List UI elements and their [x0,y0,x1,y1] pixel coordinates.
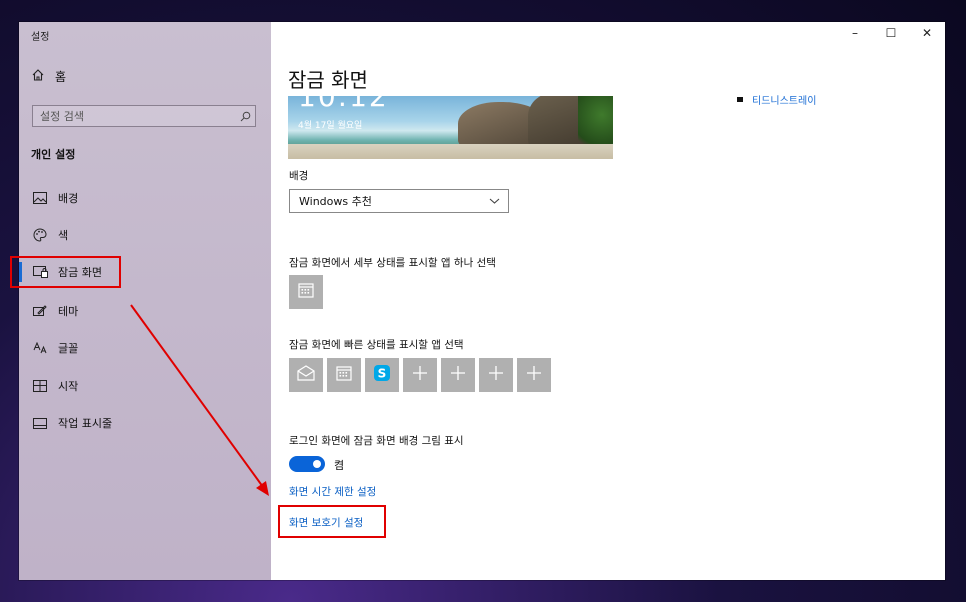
sidebar-item-taskbar[interactable]: 작업 표시줄 [19,409,271,437]
taskbar-icon [31,414,49,432]
plus-icon [412,365,428,385]
search-input[interactable] [33,108,235,124]
page-title: 잠금 화면 [288,68,368,92]
related-link[interactable]: 티드니스트레이 [736,92,816,107]
lock-screen-preview: 10:12 4월 17일 월요일 [288,96,613,159]
calendar-icon [336,365,352,385]
sidebar: 설정 홈 개인 설정 배경 색 [19,22,271,580]
sidebar-item-home[interactable]: 홈 [31,68,66,85]
toggle-state-label: 켬 [334,459,345,472]
sidebar-item-label: 시작 [58,380,79,393]
lock-icon [736,94,744,105]
minimize-button[interactable]: – [841,26,869,40]
background-label: 배경 [289,170,309,182]
close-button[interactable]: ✕ [913,26,941,40]
preview-date: 4월 17일 월요일 [298,121,363,131]
quick-status-label: 잠금 화면에 빠른 상태를 표시할 앱 선택 [289,339,464,351]
window-title: 설정 [31,32,50,43]
related-link-label: 티드니스트레이 [752,96,817,107]
theme-icon [31,302,49,320]
quick-status-tile-mail[interactable] [289,358,323,392]
background-dropdown-value: Windows 추천 [299,195,372,208]
main-content: – ☐ ✕ 잠금 화면 10:12 4월 17일 월요일 티드니스트레이 배경 … [271,22,945,580]
sidebar-item-theme[interactable]: 테마 [19,297,271,325]
sidebar-item-background[interactable]: 배경 [19,184,271,212]
preview-clock: 10:12 [298,96,389,113]
annotation-box-lock-screen [10,256,121,288]
mail-icon [297,365,315,385]
detail-status-app-tile[interactable] [289,275,323,309]
plus-icon [450,365,466,385]
quick-status-tile-add[interactable] [403,358,437,392]
show-background-label: 로그인 화면에 잠금 화면 배경 그림 표시 [289,435,464,447]
quick-status-tile-calendar[interactable] [327,358,361,392]
show-background-toggle[interactable] [289,456,325,472]
home-icon [31,68,45,85]
svg-text:S: S [378,367,387,381]
section-title: 개인 설정 [31,148,76,161]
settings-window: 설정 홈 개인 설정 배경 색 [19,22,945,580]
annotation-box-screensaver [278,505,386,538]
screen-timeout-link[interactable]: 화면 시간 제한 설정 [289,484,376,499]
quick-status-tile-add[interactable] [517,358,551,392]
quick-status-tile-skype[interactable]: S [365,358,399,392]
sidebar-item-start[interactable]: 시작 [19,372,271,400]
palette-icon [31,226,49,244]
detail-status-label: 잠금 화면에서 세부 상태를 표시할 앱 하나 선택 [289,257,496,269]
sidebar-item-label: 색 [58,229,69,242]
calendar-icon [298,282,314,302]
chevron-down-icon [489,195,500,208]
maximize-button[interactable]: ☐ [877,26,905,40]
quick-status-tile-add[interactable] [479,358,513,392]
background-dropdown[interactable]: Windows 추천 [289,189,509,213]
quick-status-tile-add[interactable] [441,358,475,392]
sidebar-item-label: 테마 [58,305,79,318]
plus-icon [488,365,504,385]
search-box[interactable] [32,105,256,127]
image-icon [31,189,49,207]
skype-icon: S [373,364,391,386]
search-icon[interactable] [235,111,255,122]
start-icon [31,377,49,395]
plus-icon [526,365,542,385]
sidebar-item-label: 배경 [58,192,79,205]
sidebar-item-label: 글꼴 [58,342,79,355]
font-icon [31,339,49,357]
sidebar-item-color[interactable]: 색 [19,221,271,249]
sidebar-item-label: 작업 표시줄 [58,417,113,430]
sidebar-home-label: 홈 [55,70,67,84]
toggle-knob [313,460,321,468]
sidebar-item-fonts[interactable]: 글꼴 [19,334,271,362]
